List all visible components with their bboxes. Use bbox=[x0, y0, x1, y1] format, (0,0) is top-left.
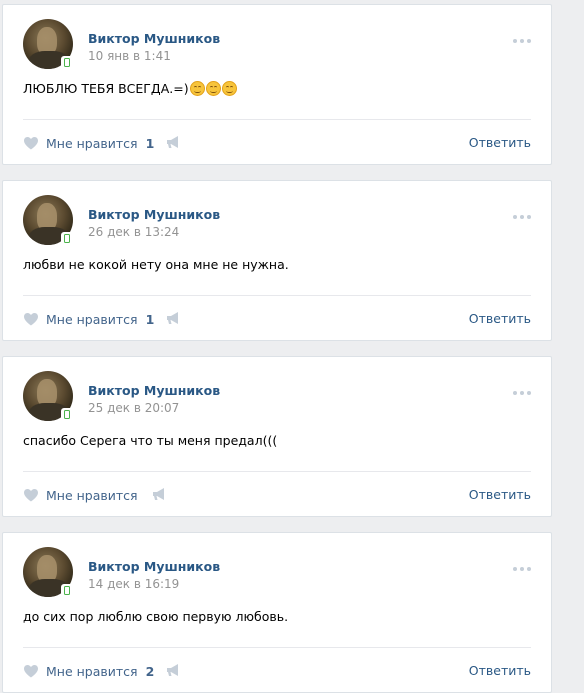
post-actions: Мне нравится 1 Ответить bbox=[23, 309, 531, 329]
post-header: Виктор Мушников 25 дек в 20:07 bbox=[23, 371, 551, 423]
heart-icon bbox=[24, 137, 38, 150]
mobile-phone-icon bbox=[61, 584, 73, 598]
post-text: до сих пор люблю свою первую любовь. bbox=[23, 609, 531, 624]
divider bbox=[23, 119, 531, 120]
smiling-face-emoji bbox=[189, 81, 205, 96]
like-label: Мне нравится bbox=[46, 135, 138, 151]
post-text-content: ЛЮБЛЮ ТЕБЯ ВСЕГДА.=) bbox=[23, 81, 189, 96]
divider bbox=[23, 295, 531, 296]
post-actions: Мне нравится Ответить bbox=[23, 485, 531, 505]
post-date[interactable]: 25 дек в 20:07 bbox=[88, 401, 179, 415]
post-actions: Мне нравится 1 Ответить bbox=[23, 133, 531, 153]
like-button[interactable]: Мне нравится bbox=[23, 485, 146, 505]
divider bbox=[23, 647, 531, 648]
post-text: ЛЮБЛЮ ТЕБЯ ВСЕГДА.=) bbox=[23, 81, 531, 96]
reply-button[interactable]: Ответить bbox=[469, 663, 531, 678]
reply-button[interactable]: Ответить bbox=[469, 487, 531, 502]
post-header: Виктор Мушников 10 янв в 1:41 bbox=[23, 19, 551, 71]
post-text: спасибо Серега что ты меня предал((( bbox=[23, 433, 531, 448]
wall-post: Виктор Мушников 10 янв в 1:41 ЛЮБЛЮ ТЕБЯ… bbox=[2, 4, 552, 165]
post-text: любви не кокой нету она мне не нужна. bbox=[23, 257, 531, 272]
post-header: Виктор Мушников 26 дек в 13:24 bbox=[23, 195, 551, 247]
like-count: 2 bbox=[145, 663, 155, 679]
mobile-phone-icon bbox=[61, 408, 73, 422]
author-name[interactable]: Виктор Мушников bbox=[88, 559, 220, 574]
heart-icon bbox=[24, 665, 38, 678]
wall-post: Виктор Мушников 26 дек в 13:24 любви не … bbox=[2, 180, 552, 341]
post-text-content: спасибо Серега что ты меня предал((( bbox=[23, 433, 278, 448]
like-label: Мне нравится bbox=[46, 663, 138, 679]
reply-button[interactable]: Ответить bbox=[469, 135, 531, 150]
author-name[interactable]: Виктор Мушников bbox=[88, 207, 220, 222]
divider bbox=[23, 471, 531, 472]
heart-icon bbox=[24, 489, 38, 502]
more-dots-icon[interactable] bbox=[513, 566, 531, 572]
post-date[interactable]: 10 янв в 1:41 bbox=[88, 49, 171, 63]
like-label: Мне нравится bbox=[46, 487, 138, 503]
heart-icon bbox=[24, 313, 38, 326]
more-dots-icon[interactable] bbox=[513, 214, 531, 220]
smiling-face-emoji bbox=[221, 81, 237, 96]
more-dots-icon[interactable] bbox=[513, 38, 531, 44]
like-button[interactable]: Мне нравится 1 bbox=[23, 309, 154, 329]
reply-button[interactable]: Ответить bbox=[469, 311, 531, 326]
post-date[interactable]: 14 дек в 16:19 bbox=[88, 577, 179, 591]
megaphone-icon[interactable] bbox=[165, 663, 181, 677]
post-text-content: до сих пор люблю свою первую любовь. bbox=[23, 609, 289, 624]
more-dots-icon[interactable] bbox=[513, 390, 531, 396]
post-date[interactable]: 26 дек в 13:24 bbox=[88, 225, 179, 239]
wall-post: Виктор Мушников 25 дек в 20:07 спасибо С… bbox=[2, 356, 552, 517]
like-label: Мне нравится bbox=[46, 311, 138, 327]
wall-post: Виктор Мушников 14 дек в 16:19 до сих по… bbox=[2, 532, 552, 693]
like-button[interactable]: Мне нравится 1 bbox=[23, 133, 154, 153]
megaphone-icon[interactable] bbox=[165, 311, 181, 325]
post-actions: Мне нравится 2 Ответить bbox=[23, 661, 531, 681]
like-count: 1 bbox=[145, 311, 155, 327]
megaphone-icon[interactable] bbox=[165, 135, 181, 149]
like-button[interactable]: Мне нравится 2 bbox=[23, 661, 154, 681]
megaphone-icon[interactable] bbox=[151, 487, 167, 501]
mobile-phone-icon bbox=[61, 232, 73, 246]
author-name[interactable]: Виктор Мушников bbox=[88, 383, 220, 398]
post-header: Виктор Мушников 14 дек в 16:19 bbox=[23, 547, 551, 599]
like-count: 1 bbox=[145, 135, 155, 151]
author-name[interactable]: Виктор Мушников bbox=[88, 31, 220, 46]
mobile-phone-icon bbox=[61, 56, 73, 70]
post-text-content: любви не кокой нету она мне не нужна. bbox=[23, 257, 289, 272]
smiling-face-emoji bbox=[205, 81, 221, 96]
